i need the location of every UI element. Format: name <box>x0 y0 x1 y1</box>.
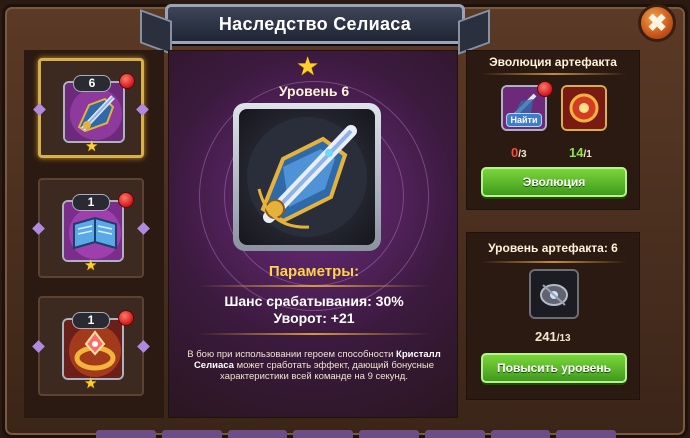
artifact-description: В бою при использовании героем способнос… <box>187 349 441 382</box>
item1-count: 0/3 <box>511 145 527 160</box>
alert-badge <box>118 192 134 208</box>
diamond-icon <box>32 222 45 235</box>
diamond-icon <box>32 340 45 353</box>
star-icon: ★ <box>84 375 98 392</box>
divider <box>199 333 429 335</box>
evolution-item-essence <box>561 85 607 131</box>
tab[interactable] <box>556 430 616 438</box>
item2-count: 14/1 <box>569 145 592 160</box>
diamond-icon <box>137 340 150 353</box>
artifact-level-tag: 6 <box>73 75 111 92</box>
evolution-title: Эволюция артефакта <box>489 55 617 69</box>
close-button[interactable]: ✖ <box>638 4 676 42</box>
artifact-image-frame <box>233 103 381 251</box>
artifact-level-panel: Уровень артефакта: 6 241/13 Повысить уро… <box>466 232 640 400</box>
tab[interactable] <box>96 430 156 438</box>
star-icon: ★ <box>296 51 320 81</box>
alert-badge <box>537 81 553 97</box>
diamond-icon <box>136 103 149 116</box>
params-title: Параметры: <box>268 263 360 280</box>
divider <box>199 285 429 287</box>
window-title: Наследство Селиаса <box>218 13 412 34</box>
close-icon: ✖ <box>646 9 668 37</box>
stat-proc-chance: Шанс срабатывания: 30% <box>224 293 404 309</box>
artifact-list: 6 ★ 1 ★ 1 ★ <box>24 50 164 418</box>
stat-dodge: Уворот: +21 <box>273 310 355 326</box>
artifact-slot-book[interactable]: 1 ★ <box>32 178 150 278</box>
tab[interactable] <box>359 430 419 438</box>
find-button[interactable]: Найти <box>506 113 542 127</box>
diamond-icon <box>137 222 150 235</box>
evolve-button[interactable]: Эволюция <box>481 167 627 197</box>
tab[interactable] <box>161 430 222 438</box>
scroll-count: 241/13 <box>535 329 571 344</box>
bottom-tab-bar <box>96 430 616 438</box>
diamond-icon <box>33 103 46 116</box>
title-banner: Наследство Селиаса <box>165 4 465 44</box>
tab[interactable] <box>490 430 551 438</box>
artifact-slot-weapon[interactable]: 6 ★ <box>33 58 149 158</box>
tab[interactable] <box>424 430 485 438</box>
alert-badge <box>119 73 135 89</box>
alert-badge <box>118 310 134 326</box>
scroll-icon <box>529 269 579 319</box>
divider <box>481 261 627 263</box>
star-icon: ★ <box>85 138 99 155</box>
tab[interactable] <box>227 430 288 438</box>
artifact-detail-panel: ★ Уровень 6 Параметры: Шанс срабатывания… <box>168 50 458 418</box>
artifact-level-title: Уровень артефакта: 6 <box>488 241 618 255</box>
artifact-level-label: Уровень 6 <box>278 83 350 99</box>
artifact-level-tag: 1 <box>72 312 110 329</box>
essence-icon <box>563 87 605 129</box>
artifact-slot-ring[interactable]: 1 ★ <box>32 296 150 396</box>
evolution-panel: Эволюция артефакта Найти 0/3 14/1 Эволюц… <box>466 50 640 210</box>
divider <box>481 73 627 75</box>
artifact-level-tag: 1 <box>72 194 110 211</box>
tab[interactable] <box>293 430 353 438</box>
weapon-artifact-icon <box>239 109 375 245</box>
star-icon: ★ <box>84 257 98 274</box>
level-up-button[interactable]: Повысить уровень <box>481 353 627 383</box>
